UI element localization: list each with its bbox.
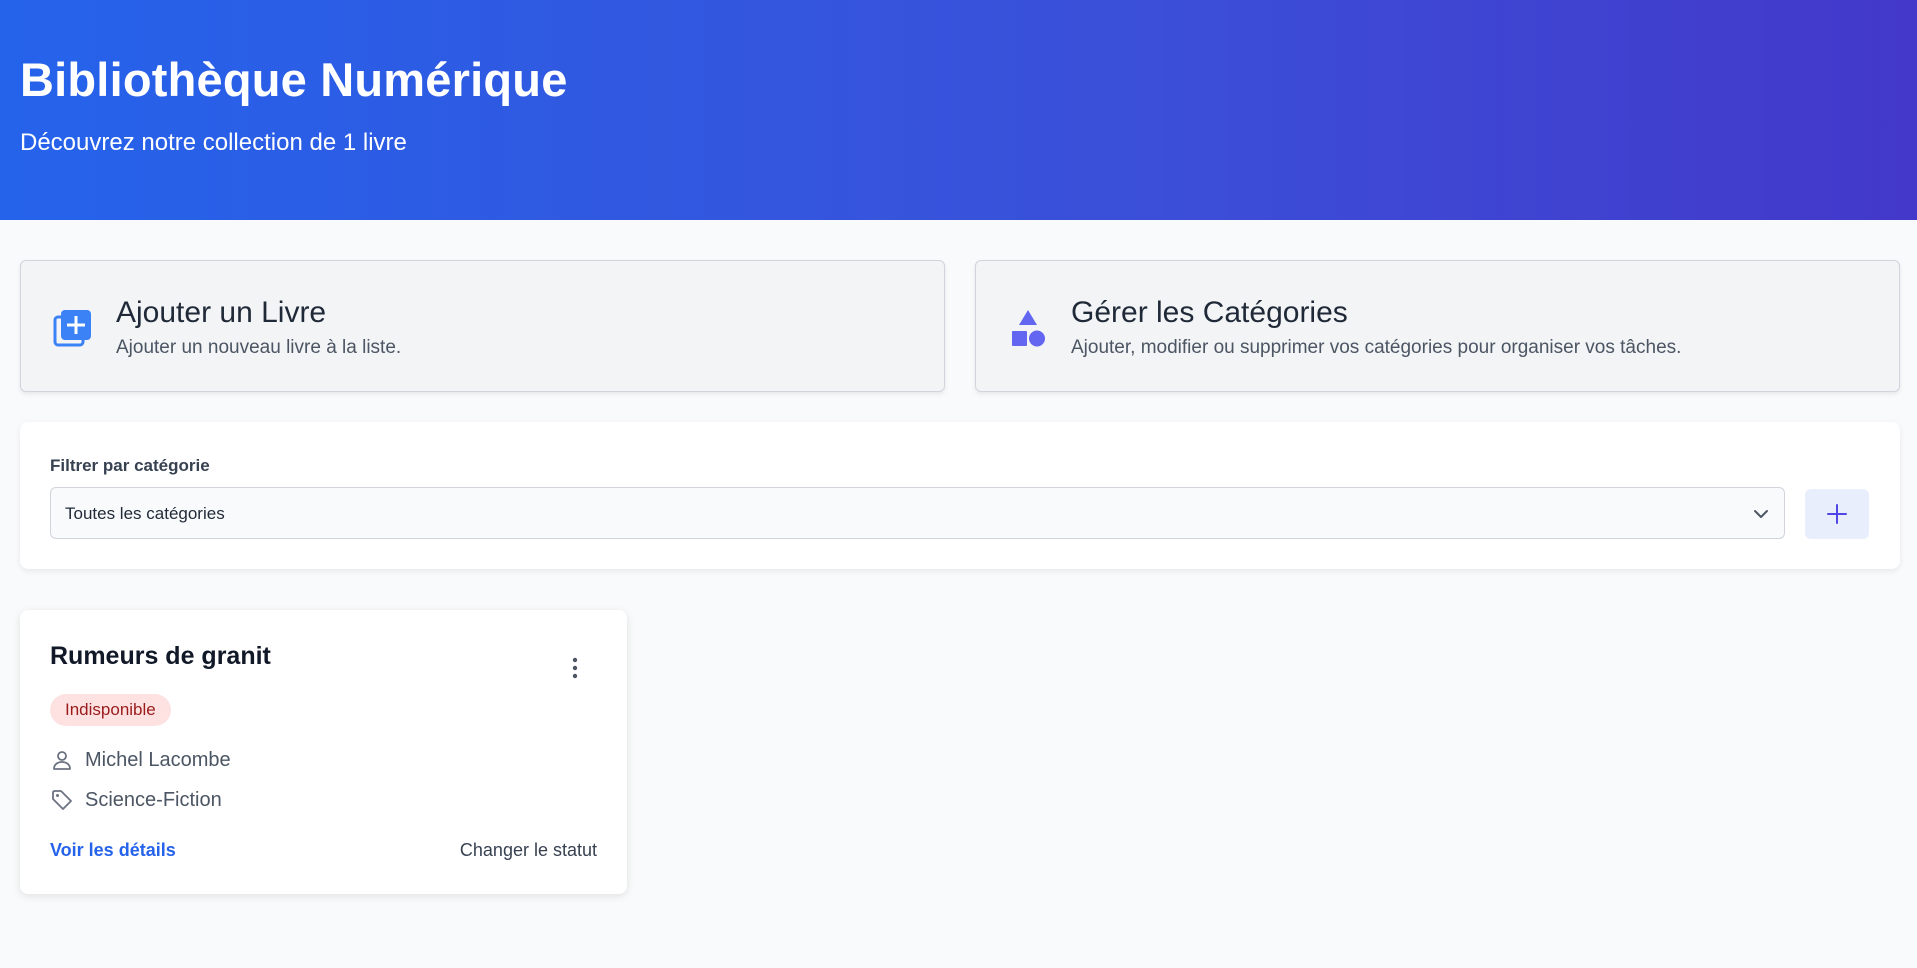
manage-categories-title: Gérer les Catégories [1071,296,1348,329]
manage-categories-card[interactable]: Gérer les Catégories Ajouter, modifier o… [975,260,1900,392]
plus-icon [1827,504,1847,524]
more-options-icon[interactable] [565,655,585,681]
book-card: Rumeurs de granit Indisponible Michel La… [20,610,627,894]
book-author-row: Michel Lacombe [50,748,231,772]
view-details-link[interactable]: Voir les détails [50,840,176,861]
page-title: Bibliothèque Numérique [20,53,568,106]
status-badge: Indisponible [50,694,171,726]
manage-categories-description: Ajouter, modifier ou supprimer vos catég… [1071,337,1682,358]
category-shapes-icon [1012,310,1045,347]
filter-panel: Filtrer par catégorie Toutes les catégor… [20,422,1900,569]
add-book-title: Ajouter un Livre [116,296,327,329]
page-header: Bibliothèque Numérique Découvrez notre c… [0,0,1917,220]
category-select-value: Toutes les catégories [65,504,225,523]
change-status-button[interactable]: Changer le statut [460,840,597,861]
book-author: Michel Lacombe [85,748,231,771]
add-category-button[interactable] [1805,489,1869,539]
add-book-card[interactable]: Ajouter un Livre Ajouter un nouveau livr… [20,260,945,392]
filter-label: Filtrer par catégorie [50,456,210,475]
add-book-description: Ajouter un nouveau livre à la liste. [116,337,402,358]
tag-icon [52,790,72,810]
page-subtitle: Découvrez notre collection de 1 livre [20,129,407,156]
book-category-row: Science-Fiction [50,788,222,812]
library-add-icon [53,310,91,347]
category-select[interactable]: Toutes les catégories [50,487,1785,539]
chevron-down-icon [1754,510,1768,518]
book-category: Science-Fiction [85,788,222,811]
user-icon [53,751,71,770]
book-title: Rumeurs de granit [50,642,271,670]
